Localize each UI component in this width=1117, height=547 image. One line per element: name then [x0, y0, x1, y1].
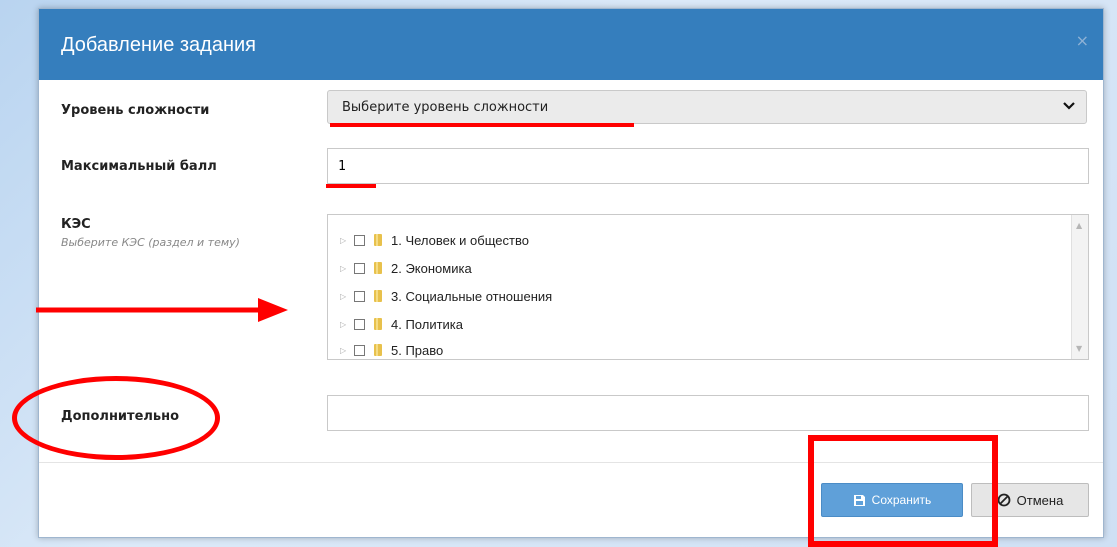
annotation-rectangle: [808, 435, 998, 547]
scroll-down-icon[interactable]: ▼: [1076, 344, 1082, 353]
annotation-underline: [330, 123, 634, 127]
folder-icon: [374, 318, 382, 330]
tree-item[interactable]: ▷ 4. Политика: [340, 314, 463, 334]
checkbox[interactable]: [354, 262, 365, 274]
tree-item-label: 2. Экономика: [391, 260, 472, 276]
max-score-label: Максимальный балл: [61, 159, 217, 174]
tree-item-label: 4. Политика: [391, 316, 464, 332]
tree-item[interactable]: ▷ 5. Право: [340, 340, 444, 359]
chevron-down-icon: [1063, 102, 1075, 110]
difficulty-label: Уровень сложности: [61, 103, 210, 118]
checkbox[interactable]: [354, 234, 365, 246]
cancel-button-label: Отмена: [1016, 492, 1064, 508]
annotation-underline: [326, 184, 376, 188]
kes-hint: Выберите КЭС (раздел и тему): [61, 236, 240, 249]
cancel-icon: [997, 493, 1011, 507]
triangle-right-icon[interactable]: ▷: [340, 236, 350, 245]
checkbox[interactable]: [354, 344, 365, 356]
dialog-title: Добавление задания: [61, 34, 256, 56]
kes-label: КЭС: [61, 217, 91, 232]
dialog-header: Добавление задания ×: [39, 9, 1103, 80]
triangle-right-icon[interactable]: ▷: [340, 320, 350, 329]
tree-item[interactable]: ▷ 1. Человек и общество: [340, 230, 529, 250]
close-icon[interactable]: ×: [1076, 31, 1089, 50]
triangle-right-icon[interactable]: ▷: [340, 292, 350, 301]
folder-icon: [374, 234, 382, 246]
scroll-up-icon[interactable]: ▲: [1076, 221, 1082, 230]
difficulty-select[interactable]: Выберите уровень сложности: [327, 90, 1087, 124]
tree-item-label: 3. Социальные отношения: [391, 288, 553, 304]
folder-icon: [374, 290, 382, 302]
checkbox[interactable]: [354, 318, 365, 330]
tree-item[interactable]: ▷ 3. Социальные отношения: [340, 286, 552, 306]
arrow-right-icon: [36, 298, 288, 322]
max-score-input[interactable]: [327, 148, 1089, 184]
folder-icon: [374, 262, 382, 274]
checkbox[interactable]: [354, 290, 365, 302]
triangle-right-icon[interactable]: ▷: [340, 264, 350, 273]
difficulty-selected-value: Выберите уровень сложности: [342, 100, 549, 115]
additional-input[interactable]: [327, 395, 1089, 431]
triangle-right-icon[interactable]: ▷: [340, 346, 350, 355]
annotation-ellipse: [12, 376, 220, 460]
tree-item-label: 1. Человек и общество: [391, 232, 529, 248]
kes-tree[interactable]: ▷ 1. Человек и общество ▷ 2. Экономика ▷…: [327, 214, 1089, 360]
tree-scrollbar[interactable]: ▲ ▼: [1071, 215, 1088, 359]
folder-icon: [374, 344, 382, 356]
tree-item-label: 5. Право: [391, 342, 444, 358]
tree-item[interactable]: ▷ 2. Экономика: [340, 258, 472, 278]
